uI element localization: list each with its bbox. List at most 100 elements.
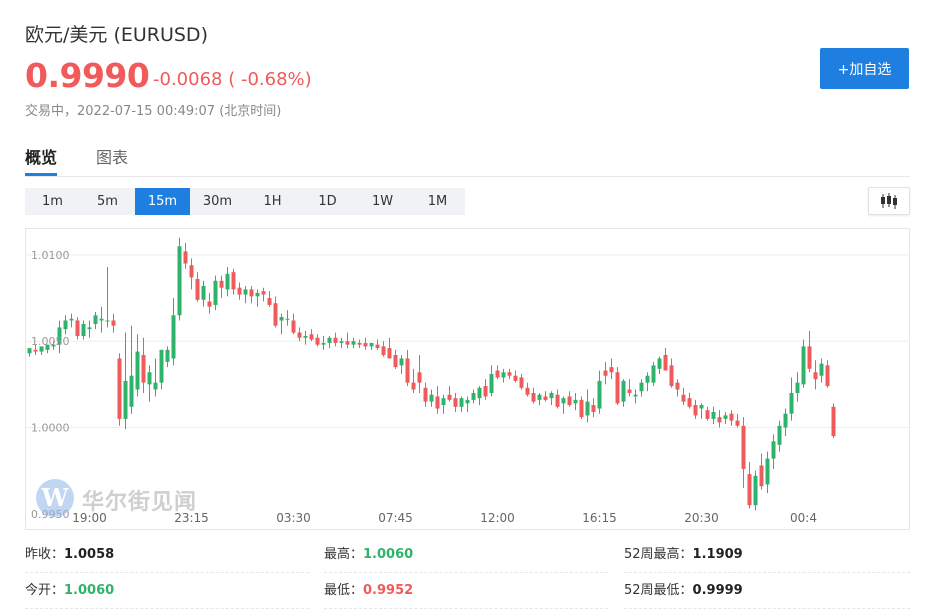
candle-body [177, 246, 182, 316]
candle-body [501, 372, 506, 378]
candle-body [495, 370, 500, 378]
candle-body [435, 396, 440, 409]
candle-body [741, 425, 746, 469]
candle-body [189, 265, 194, 278]
stat-52w-high: 52周最高：1.1909 [624, 540, 910, 573]
candle-body [399, 358, 404, 366]
candle-body [225, 273, 230, 290]
candle-body [27, 348, 32, 354]
candle-body [171, 315, 176, 359]
candle-body [543, 396, 548, 400]
candle-body [213, 280, 218, 305]
y-tick-label: 1.0000 [31, 422, 70, 435]
interval-1m[interactable]: 1m [25, 188, 80, 215]
candle-body [681, 394, 686, 402]
candle-body [603, 370, 608, 376]
add-to-watchlist-button[interactable]: +加自选 [820, 48, 909, 89]
chart-area[interactable]: 1.0100 1.0050 1.0000 0.9950 19:00 23:15 03:30… [25, 228, 910, 530]
candle-body [753, 475, 758, 506]
stat-low: 最低：0.9952 [324, 576, 608, 609]
y-tick-label: 1.0050 [31, 335, 70, 348]
candle-body [99, 318, 104, 321]
candle-body [447, 394, 452, 400]
candle-body [339, 341, 344, 343]
candle-body [285, 318, 290, 320]
stat-value: 1.1909 [692, 547, 743, 562]
candle-body [69, 318, 74, 321]
candle-body [33, 349, 38, 352]
candle-body [63, 320, 68, 330]
candle-body [255, 292, 260, 297]
candle-body [555, 394, 560, 407]
candle-body [657, 358, 662, 369]
trading-status: 交易中，2022-07-15 00:49:07 (北京时间) [25, 104, 282, 119]
candle-body [141, 355, 146, 383]
candle-body [417, 372, 422, 383]
y-tick-label: 1.0100 [31, 249, 70, 262]
interval-1d[interactable]: 1D [300, 188, 355, 215]
candle-body [597, 380, 602, 409]
tab-chart[interactable]: 图表 [96, 144, 128, 168]
candle-body [549, 392, 554, 399]
candle-body [585, 401, 590, 416]
candle-body [531, 392, 536, 402]
candle-body [327, 337, 332, 343]
candle-body [405, 358, 410, 383]
candle-body [459, 398, 464, 407]
y-tick-label: 0.9950 [31, 508, 70, 521]
candle-body [465, 399, 470, 404]
candle-body [363, 342, 368, 347]
candle-body [639, 382, 644, 392]
candle-body [303, 336, 308, 338]
interval-1h[interactable]: 1H [245, 188, 300, 215]
candle-body [819, 363, 824, 376]
candle-body [783, 413, 788, 428]
candle-body [267, 298, 272, 305]
candlestick-icon [881, 193, 897, 209]
x-tick-label: 12:00 [480, 511, 515, 525]
candle-body [159, 349, 164, 383]
candle-body [765, 458, 770, 485]
candle-body [369, 342, 374, 347]
current-price: 0.9990 [25, 56, 150, 95]
interval-5m[interactable]: 5m [80, 188, 135, 215]
candle-body [345, 341, 350, 345]
candle-body [165, 349, 170, 362]
stat-label: 昨收： [25, 547, 65, 562]
candle-body [831, 406, 836, 437]
x-tick-label: 20:30 [684, 511, 719, 525]
interval-15m[interactable]: 15m [135, 188, 190, 215]
interval-1mo[interactable]: 1M [410, 188, 465, 215]
candle-body [93, 315, 98, 324]
candle-body [693, 405, 698, 416]
stat-high: 最高：1.0060 [324, 540, 608, 573]
interval-1w[interactable]: 1W [355, 188, 410, 215]
stat-value: 1.0060 [64, 583, 115, 598]
interval-30m[interactable]: 30m [190, 188, 245, 215]
stat-open: 今开：1.0060 [25, 576, 309, 609]
stat-label: 52周最高： [624, 547, 693, 562]
candle-body [825, 365, 830, 387]
tab-overview[interactable]: 概览 [25, 144, 57, 168]
candle-body [729, 413, 734, 421]
candle-body [627, 389, 632, 393]
candle-body [801, 346, 806, 385]
candle-body [579, 399, 584, 418]
stat-label: 今开： [25, 583, 65, 598]
stat-label: 52周最低： [624, 583, 693, 598]
candle-body [321, 342, 326, 345]
candle-body [471, 392, 476, 400]
candle-body [129, 375, 134, 407]
candle-body [75, 320, 80, 337]
stat-prev-close: 昨收：1.0058 [25, 540, 309, 573]
candle-body [357, 342, 362, 345]
candle-body [351, 341, 356, 345]
x-tick-label: 19:00 [72, 511, 107, 525]
candle-body [663, 355, 668, 371]
x-tick-label: 03:30 [276, 511, 311, 525]
interval-selector: 1m 5m 15m 30m 1H 1D 1W 1M [25, 188, 465, 215]
candle-body [645, 375, 650, 383]
chart-type-toggle[interactable] [868, 187, 910, 215]
candle-body [249, 289, 254, 297]
candle-body [441, 398, 446, 406]
